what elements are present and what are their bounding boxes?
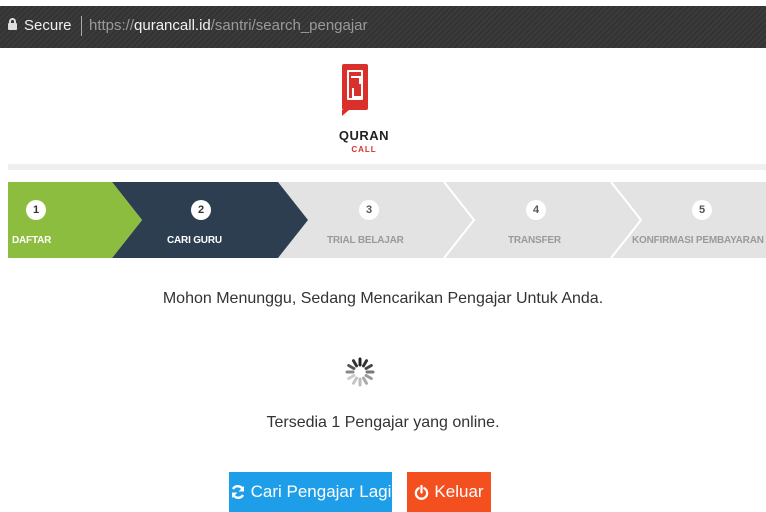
loading-spinner-icon <box>345 357 375 387</box>
url-scheme: https:// <box>89 17 135 34</box>
waiting-message: Mohon Menunggu, Sedang Mencarikan Pengaj… <box>162 290 604 307</box>
step-5-label: KONFIRMASI PEMBAYARAN <box>632 235 764 246</box>
step-4-label: TRANSFER <box>508 235 561 246</box>
secure-label[interactable]: Secure <box>24 17 72 34</box>
logo-subtitle: CALL <box>351 145 377 154</box>
refresh-icon <box>231 485 244 499</box>
step-1-label: DAFTAR <box>12 235 52 246</box>
header-divider <box>8 164 766 170</box>
url-text[interactable]: https://qurancall.id/santri/search_penga… <box>89 17 368 34</box>
power-icon <box>415 484 429 500</box>
step-4-number: 4 <box>526 200 546 220</box>
step-2-number: 2 <box>191 200 211 220</box>
registration-steps: 1 DAFTAR 2 CARI GURU 3 TRIAL BELAJAR 4 T… <box>8 182 766 258</box>
step-3-label: TRIAL BELAJAR <box>327 235 404 246</box>
url-path: /santri/search_pengajar <box>210 17 368 34</box>
exit-label: Keluar <box>434 482 484 501</box>
steps-arrows <box>8 182 766 258</box>
browser-address-bar: Secure https://qurancall.id/santri/searc… <box>0 0 766 60</box>
search-teacher-again-button[interactable]: Cari Pengajar Lagi <box>229 472 392 512</box>
step-2-label: CARI GURU <box>167 235 222 246</box>
address-separator <box>81 16 82 36</box>
step-5-number: 5 <box>692 200 712 220</box>
exit-button[interactable]: Keluar <box>407 472 491 512</box>
url-host: qurancall.id <box>134 17 211 34</box>
address-bar-field[interactable]: Secure https://qurancall.id/santri/searc… <box>0 6 766 48</box>
step-3-number: 3 <box>359 200 379 220</box>
logo-title: QURAN <box>338 128 390 143</box>
search-teacher-again-label: Cari Pengajar Lagi <box>250 482 392 501</box>
step-1-number: 1 <box>26 200 46 220</box>
logo-mark-icon <box>342 64 368 116</box>
lock-icon[interactable] <box>8 18 17 30</box>
online-teachers-message: Tersedia 1 Pengajar yang online. <box>266 414 500 431</box>
